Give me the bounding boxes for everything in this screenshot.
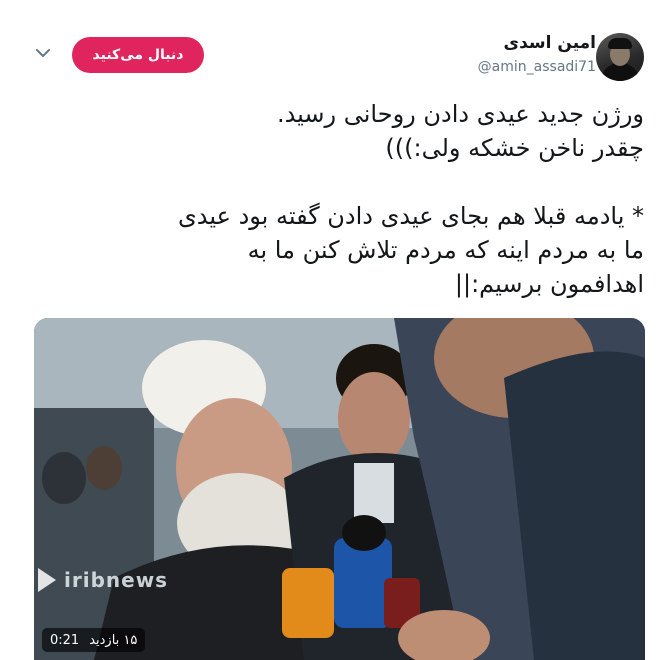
tweet-line: چقدر ناخن خشکه ولی:))) (385, 134, 644, 162)
video-duration: 0:21 (50, 632, 80, 648)
user-name[interactable]: امین اسدی (504, 33, 596, 53)
follow-button[interactable]: دنبال می‌کنید (72, 37, 204, 73)
video-player[interactable]: iribnews 0:21 ۱۵ بازدید (34, 318, 645, 660)
tweet-line: * یادمه قبلا هم بجای عیدی دادن گفته بود … (178, 202, 644, 230)
video-frame (34, 318, 645, 660)
user-handle[interactable]: @amin_assadi71 (478, 59, 596, 75)
channel-watermark: iribnews (64, 568, 169, 592)
video-meta-badge: 0:21 ۱۵ بازدید (42, 628, 146, 652)
play-icon (38, 568, 56, 592)
tweet-header: امین اسدی @amin_assadi71 دنبال می‌کنید (0, 0, 671, 92)
chevron-down-icon[interactable] (34, 46, 52, 60)
tweet-line: ورژن جدید عیدی دادن روحانی رسید. (276, 100, 644, 128)
avatar[interactable] (596, 33, 644, 81)
video-views: ۱۵ بازدید (89, 632, 138, 648)
tweet-line: ما به مردم اینه که مردم تلاش کنن ما به (247, 236, 644, 264)
tweet-line: اهدافمون برسیم:|| (454, 270, 644, 298)
tweet-text: ورژن جدید عیدی دادن روحانی رسید. چقدر نا… (34, 97, 644, 301)
